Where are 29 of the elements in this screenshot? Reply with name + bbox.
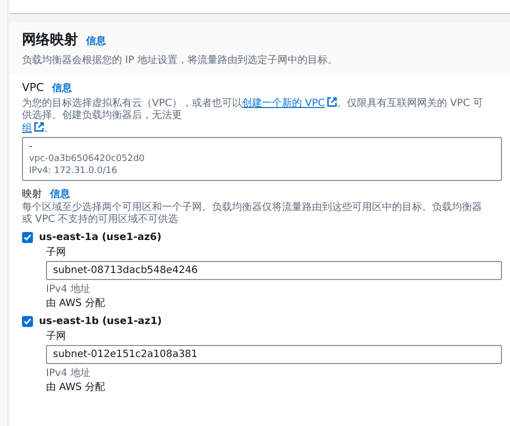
field-label: IPv4 地址 <box>46 368 92 380</box>
checkbox[interactable] <box>22 232 33 242</box>
vpc-name: - <box>29 140 34 152</box>
vpc-select[interactable]: - vpc-0a3b6506420c052d0 IPv4: 172.31.0.0/16 <box>22 136 502 180</box>
subnet-select[interactable]: subnet-08713dacb548e4246 <box>46 260 502 280</box>
zone-label: us-east-1b (use1-az1) <box>39 314 162 328</box>
checkbox[interactable] <box>22 316 33 326</box>
field-label: 子网 <box>46 246 67 258</box>
info-link[interactable]: 信息 <box>50 186 70 202</box>
ipv4-value: 由 AWS 分配 <box>46 298 106 310</box>
field-label: 映射 <box>22 188 42 202</box>
field-label: 子网 <box>46 330 67 342</box>
info-link[interactable]: 信息 <box>86 34 106 49</box>
vpc-description: 为您的目标选择虚拟私有云（VPC），或者也可以创建一个新的 VPC 。仅限具有互联网网关的 VPC 可供选择。创建负载均衡器后，无法更 组 。 <box>22 96 484 134</box>
mappings-description: 每个区域至少选择两个可用区和一个子网。负载均衡器仅将流量路由到这些可用区中的目标。负载均衡器或 VPC 不支持的可用区域不可供选 <box>22 202 483 226</box>
ipv4-value: 由 AWS 分配 <box>46 382 106 394</box>
section-title: 网络映射 <box>22 31 78 50</box>
vpc-id: vpc-0a3b6506420c052d0 <box>29 152 146 164</box>
info-link[interactable]: 信息 <box>52 81 72 96</box>
security-group-link[interactable]: 组 <box>22 122 44 134</box>
field-label: VPC <box>22 80 44 96</box>
external-link-icon <box>326 96 337 106</box>
vpc-cidr: IPv4: 172.31.0.0/16 <box>29 164 118 176</box>
external-link-icon <box>34 122 44 132</box>
create-vpc-link[interactable]: 创建一个新的 VPC <box>242 98 337 108</box>
subnet-select[interactable]: subnet-012e151c2a108a381 <box>46 344 502 364</box>
section-description: 负载均衡器会根据您的 IP 地址设置，将流量路由到选定子网中的目标。 <box>22 54 338 68</box>
zone-label: us-east-1a (use1-az6) <box>39 230 162 244</box>
field-label: IPv4 地址 <box>46 284 92 296</box>
